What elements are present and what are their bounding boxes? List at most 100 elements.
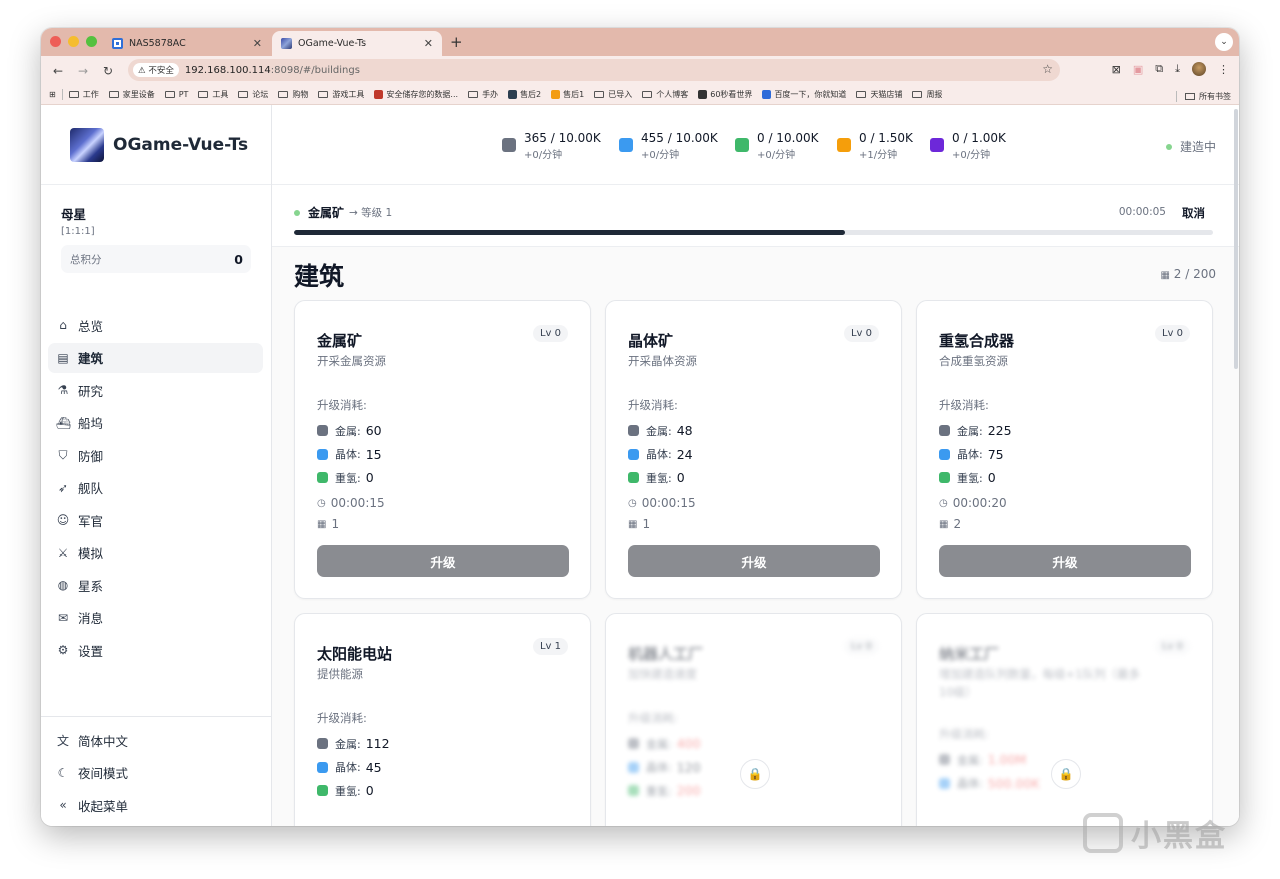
- scrollbar[interactable]: [1233, 105, 1239, 826]
- footer-item-language[interactable]: 文简体中文: [48, 725, 271, 755]
- menu-item-home[interactable]: ⌂ 总览: [48, 310, 263, 340]
- menu-item-flask[interactable]: ⚗ 研究: [48, 375, 263, 405]
- metal-resource-icon: [628, 425, 639, 437]
- bookmark-item[interactable]: 安全储存您的数据...: [374, 89, 458, 100]
- cost-list: 金属: 112 晶体: 45 重氢: 0: [317, 732, 390, 803]
- bookmark-item[interactable]: 购物: [278, 89, 308, 100]
- puzzle-icon[interactable]: ⧉: [1155, 62, 1163, 76]
- bookmark-item[interactable]: 售后2: [508, 89, 541, 100]
- menu-item-building[interactable]: ▤ 建筑: [48, 342, 263, 373]
- apps-grid-icon[interactable]: ⊞: [49, 90, 56, 99]
- resource-color-icon: [837, 138, 851, 152]
- menu-item-label: 模拟: [78, 546, 104, 561]
- maximize-window-button[interactable]: [86, 36, 97, 47]
- cancel-build-button[interactable]: 取消: [1182, 205, 1205, 221]
- menu-item-rocket[interactable]: ➶ 舰队: [48, 473, 263, 503]
- bookmark-item[interactable]: 家里设备: [108, 89, 155, 100]
- building-status: 建造中: [1165, 138, 1216, 155]
- folder-icon: [108, 91, 119, 98]
- crystal-resource-icon: [317, 448, 328, 460]
- bookmark-item[interactable]: 手办: [468, 89, 498, 100]
- address-bar[interactable]: ⚠ 不安全 192.168.100.114:8098/#/buildings ☆: [128, 59, 1060, 81]
- building-card[interactable]: 重氢合成器 合成重氢资源 Lv 0 升级消耗: 金属: 225 晶体: 75 重氢: 0 ◷ 00:0…: [916, 300, 1213, 599]
- crystal-label: 晶体:: [957, 777, 983, 791]
- screenshot-extension-icon[interactable]: ⊠: [1112, 63, 1121, 76]
- deut-label: 重氢:: [335, 471, 361, 485]
- security-indicator[interactable]: ⚠ 不安全: [133, 63, 179, 77]
- bookmark-item[interactable]: 售后1: [551, 89, 584, 100]
- all-bookmarks-label: 所有书签: [1199, 92, 1231, 101]
- scrollbar-thumb[interactable]: [1234, 109, 1238, 369]
- reload-icon[interactable]: ↻: [97, 64, 119, 78]
- profile-avatar[interactable]: [1192, 62, 1206, 76]
- extension-icon[interactable]: ▣: [1133, 63, 1143, 76]
- bookmark-item[interactable]: 游戏工具: [318, 89, 364, 100]
- bookmark-star-icon[interactable]: ☆: [1042, 62, 1053, 76]
- bookmark-item[interactable]: 周报: [912, 89, 942, 100]
- folder-icon: [198, 91, 209, 98]
- resource-item: 455 / 10.00K +0/分钟: [619, 131, 718, 161]
- menu-item-globe[interactable]: ◍ 星系: [48, 570, 263, 600]
- cost-row-crystal: 晶体: 45: [317, 756, 390, 780]
- slots-value: 2 / 200: [1173, 267, 1216, 281]
- status-dot: [1165, 143, 1172, 150]
- menu-item-users[interactable]: ☺ 军官: [48, 505, 263, 535]
- crystal-cost: 15: [365, 446, 382, 462]
- collapse-icon: «: [59, 798, 67, 812]
- bookmark-label: 天猫店铺: [870, 90, 903, 99]
- deut-resource-icon: [628, 785, 639, 797]
- build-queue: 金属矿 → 等级 1 00:00:05 取消: [272, 185, 1239, 247]
- bookmark-label: 工具: [212, 90, 229, 99]
- bookmark-label: 购物: [292, 90, 309, 99]
- bookmark-item[interactable]: 天猫店铺: [856, 89, 902, 100]
- crystal-label: 晶体:: [646, 448, 672, 462]
- menu-item-swords[interactable]: ⚔ 模拟: [48, 538, 263, 568]
- bookmark-label: 售后2: [520, 90, 542, 99]
- rocket-icon: ➶: [57, 480, 69, 495]
- browser-tab-nas[interactable]: NAS5878AC ✕: [103, 31, 271, 56]
- bookmark-item[interactable]: 工作: [68, 89, 99, 100]
- building-slots: ▦ 2 / 200: [1161, 267, 1217, 281]
- metal-cost: 400: [676, 736, 701, 752]
- menu-item-ship[interactable]: ⛴ 船坞: [48, 408, 263, 438]
- upgrade-button[interactable]: 升级: [939, 545, 1191, 577]
- footer-item-collapse[interactable]: « 收起菜单: [48, 790, 271, 820]
- more-menu-icon[interactable]: ⋮: [1218, 63, 1229, 76]
- bookmark-item[interactable]: 个人博客: [642, 89, 688, 100]
- crystal-label: 晶体:: [646, 761, 672, 775]
- bookmarks-separator: [61, 89, 63, 100]
- download-icon[interactable]: ⤓: [1175, 62, 1180, 76]
- menu-item-shield[interactable]: ⛉ 防御: [48, 440, 263, 470]
- tab-search-button[interactable]: ⌄: [1215, 33, 1233, 51]
- bookmark-item[interactable]: 已导入: [594, 89, 632, 100]
- bookmark-item[interactable]: PT: [164, 90, 188, 99]
- users-icon: ☺: [56, 513, 70, 527]
- footer-item-moon[interactable]: ☾ 夜间模式: [48, 758, 271, 788]
- close-tab-icon[interactable]: ✕: [253, 37, 262, 50]
- menu-item-mail[interactable]: ✉ 消息: [48, 603, 263, 633]
- browser-tab-ogame[interactable]: OGame-Vue-Ts ✕: [272, 31, 442, 56]
- minimize-window-button[interactable]: [68, 36, 79, 47]
- building-card[interactable]: 晶体矿 开采晶体资源 Lv 0 升级消耗: 金属: 48 晶体: 24 重氢: 0 ◷ 00:00:1…: [605, 300, 902, 599]
- bookmark-item[interactable]: 60秒看世界: [698, 89, 752, 100]
- bookmark-item[interactable]: 百度一下，你就知道: [762, 89, 846, 100]
- cost-row-deut: 重氢: 0: [939, 466, 1012, 490]
- folder-icon: [164, 91, 175, 98]
- close-window-button[interactable]: [50, 36, 61, 47]
- building-name: 金属矿: [317, 332, 363, 350]
- upgrade-button[interactable]: 升级: [317, 545, 569, 577]
- all-bookmarks[interactable]: 所有书签: [1168, 91, 1231, 102]
- close-tab-icon[interactable]: ✕: [424, 37, 433, 50]
- forward-icon[interactable]: →: [72, 64, 94, 78]
- cost-title: 升级消耗:: [628, 711, 678, 725]
- deut-cost: 0: [365, 783, 374, 799]
- menu-item-gear[interactable]: ⚙ 设置: [48, 635, 263, 665]
- bookmark-item[interactable]: 工具: [198, 89, 228, 100]
- new-tab-button[interactable]: +: [450, 33, 463, 51]
- building-card[interactable]: 金属矿 开采金属资源 Lv 0 升级消耗: 金属: 60 晶体: 15 重氢: 0 ◷ 00:00:1…: [294, 300, 591, 599]
- language-icon: 文: [56, 733, 69, 748]
- building-card[interactable]: 太阳能电站 提供能源 Lv 1 升级消耗: 金属: 112 晶体: 45 重氢: 0: [294, 613, 591, 826]
- upgrade-button[interactable]: 升级: [628, 545, 880, 577]
- back-icon[interactable]: ←: [47, 64, 69, 78]
- bookmark-item[interactable]: 论坛: [238, 89, 268, 100]
